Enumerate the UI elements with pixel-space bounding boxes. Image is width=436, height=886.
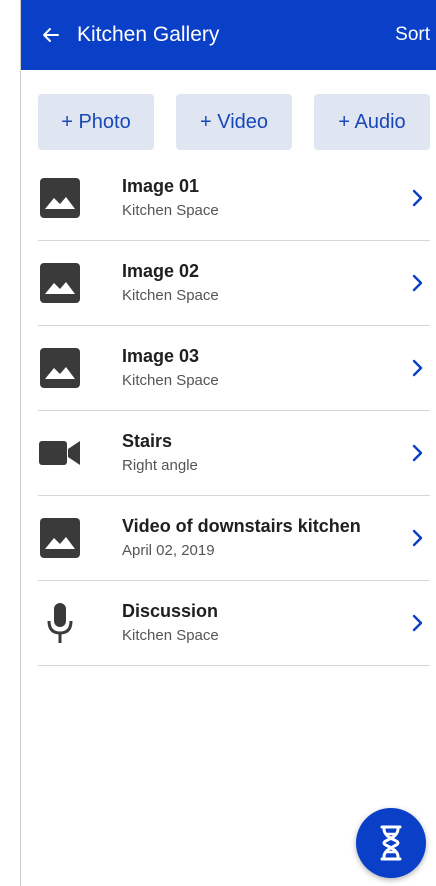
page-title: Kitchen Gallery	[77, 23, 220, 46]
item-title: Image 01	[122, 176, 200, 196]
image-icon	[40, 263, 80, 303]
item-subtitle: Kitchen Space	[122, 287, 219, 304]
list-item[interactable]: Discussion Kitchen Space	[38, 581, 430, 666]
dna-icon	[380, 825, 402, 861]
microphone-icon	[47, 603, 73, 643]
app-screen: Kitchen Gallery Sort + Photo + Video + A…	[0, 0, 436, 886]
item-subtitle: Kitchen Space	[122, 627, 219, 644]
add-media-actions: + Photo + Video + Audio	[38, 94, 430, 150]
add-audio-button[interactable]: + Audio	[314, 94, 430, 150]
item-title: Stairs	[122, 431, 173, 451]
image-icon	[40, 518, 80, 558]
chevron-right-icon	[412, 274, 423, 292]
app-bar: Kitchen Gallery Sort	[21, 0, 436, 70]
back-button[interactable]	[33, 15, 69, 55]
list-item[interactable]: Image 01 Kitchen Space	[38, 156, 430, 241]
list-item[interactable]: Video of downstairs kitchen April 02, 20…	[38, 496, 430, 581]
item-title: Image 02	[122, 261, 200, 281]
item-subtitle: Right angle	[122, 457, 198, 474]
item-subtitle: Kitchen Space	[122, 202, 219, 219]
media-list: Image 01 Kitchen Space Image 02 Kitchen …	[38, 156, 430, 666]
list-item[interactable]: Image 02 Kitchen Space	[38, 241, 430, 326]
sort-button[interactable]: Sort	[395, 24, 430, 46]
fab-button[interactable]	[356, 808, 426, 878]
chevron-right-icon	[412, 189, 423, 207]
list-item[interactable]: Stairs Right angle	[38, 411, 430, 496]
item-title: Image 03	[122, 346, 200, 366]
item-title: Discussion	[122, 601, 219, 621]
chevron-right-icon	[412, 614, 423, 632]
item-subtitle: Kitchen Space	[122, 372, 219, 389]
arrow-left-icon	[43, 28, 59, 42]
item-title: Video of downstairs kitchen	[122, 516, 361, 536]
video-camera-icon	[39, 441, 80, 465]
list-item[interactable]: Image 03 Kitchen Space	[38, 326, 430, 411]
add-video-button[interactable]: + Video	[176, 94, 292, 150]
left-panel-edge	[0, 0, 21, 886]
add-photo-button[interactable]: + Photo	[38, 94, 154, 150]
chevron-right-icon	[412, 444, 423, 462]
image-icon	[40, 178, 80, 218]
item-subtitle: April 02, 2019	[122, 542, 215, 559]
chevron-right-icon	[412, 529, 423, 547]
image-icon	[40, 348, 80, 388]
chevron-right-icon	[412, 359, 423, 377]
